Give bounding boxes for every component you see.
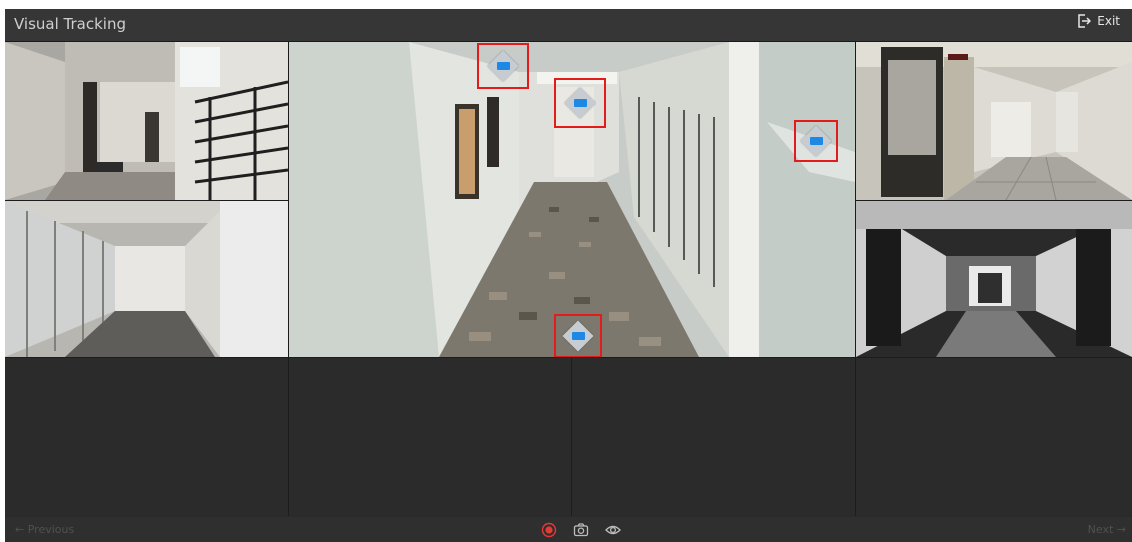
bottom-toolbar: ← Previous Next →	[5, 517, 1132, 542]
exit-label: Exit	[1097, 14, 1120, 28]
empty-slot[interactable]	[572, 358, 855, 516]
camera-view-stairwell[interactable]	[5, 42, 288, 200]
camera-icon	[810, 137, 823, 145]
exit-icon	[1077, 14, 1092, 28]
empty-slot[interactable]	[5, 358, 288, 516]
next-label: Next	[1087, 523, 1114, 536]
camera-view-main-corridor[interactable]	[289, 42, 855, 357]
camera-marker-bottom[interactable]	[554, 314, 602, 357]
window-title: Visual Tracking	[14, 15, 126, 33]
visual-tracking-window: Visual Tracking Exit ← Previous Next →	[5, 9, 1132, 542]
camera-view-dark-corridor[interactable]	[856, 201, 1132, 357]
empty-slot[interactable]	[856, 358, 1132, 516]
snapshot-icon[interactable]	[573, 522, 589, 538]
camera-view-door-hallway[interactable]	[856, 42, 1132, 200]
playback-controls	[541, 522, 621, 538]
previous-label: Previous	[27, 523, 75, 536]
camera-icon	[572, 332, 585, 340]
camera-icon	[574, 99, 587, 107]
exit-button[interactable]: Exit	[1077, 14, 1120, 28]
previous-button[interactable]: ← Previous	[15, 523, 74, 536]
empty-slot[interactable]	[289, 358, 571, 516]
camera-icon	[497, 62, 510, 70]
record-icon[interactable]	[541, 522, 557, 538]
camera-marker-right[interactable]	[794, 120, 838, 162]
camera-marker-top-center[interactable]	[554, 78, 606, 128]
camera-grid	[5, 42, 1132, 516]
next-button[interactable]: Next →	[1088, 523, 1126, 536]
view-icon[interactable]	[605, 522, 621, 538]
camera-view-glass-office-hall[interactable]	[5, 201, 288, 357]
camera-marker-top-left[interactable]	[477, 43, 529, 89]
title-bar: Visual Tracking Exit	[5, 9, 1132, 42]
